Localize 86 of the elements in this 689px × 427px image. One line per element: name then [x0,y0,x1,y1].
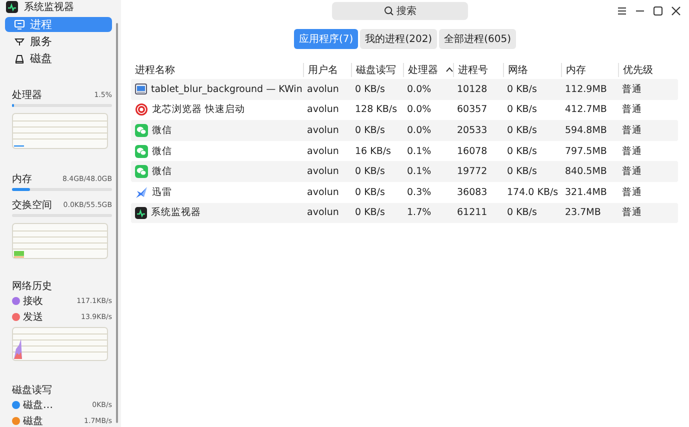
tab[interactable]: 全部进程(605) [439,29,516,49]
section-title: 交换空间 [12,198,52,212]
table-cell: 128 KB/s [355,104,398,116]
table-cell: avolun [307,104,339,116]
table-cell: 0.0% [407,104,432,116]
table-cell: 普通 [622,103,642,116]
table-cell: 19772 [457,166,488,178]
table-cell: 1.7% [407,207,432,218]
table-cell: 112.9MB [565,84,607,95]
search-field[interactable]: 搜索 [332,2,468,20]
table-cell: 174.0 KB/s [507,186,558,198]
table-cell: avolun [307,186,339,198]
column-header[interactable]: 磁盘读写 [356,62,396,76]
table-cell: 普通 [622,82,642,96]
table-row[interactable]: 龙芯浏览器 快速启动 avolun 128 KB/s 0.0% 60357 0 KB/s 412.7MB 普通 [131,100,678,120]
tab[interactable]: 我的进程(202) [360,29,438,49]
table-cell: 普通 [622,124,642,137]
table-cell: 840.5MB [565,166,607,178]
table-cell: 0.0% [407,124,432,136]
table-cell: 36083 [457,186,488,198]
table-cell: 龙芯浏览器 快速启动 [152,103,246,116]
table-cell: 微信 [152,144,172,158]
table-cell: 10128 [457,84,488,95]
legend-label: 磁盘 [23,415,43,427]
table-cell: 594.8MB [565,124,607,136]
table-row[interactable]: 系统监视器 avolun 0 KB/s 1.7% 61211 0 KB/s 23.7MB 普通 [131,202,678,224]
table-cell: 0 KB/s [355,186,385,198]
column-header[interactable]: 进程名称 [135,62,175,76]
table-cell: 0 KB/s [355,207,385,218]
table-cell: 微信 [152,124,172,137]
table-cell: 普通 [622,206,642,220]
column-header[interactable]: 用户名 [308,62,338,76]
table-cell: 797.5MB [565,146,607,157]
column-header[interactable]: 网络 [508,62,528,76]
column-header[interactable]: 处理器 [408,62,438,76]
section-title: 内存 [12,172,32,186]
table-cell: 412.7MB [565,104,607,116]
window-title: 系统监视器 [24,0,74,14]
table-row[interactable]: 微信 avolun 16 KB/s 0.1% 16078 0 KB/s 797.5MB 普通 [131,140,678,162]
table-cell: avolun [307,166,339,178]
table-cell: 0.1% [407,166,432,178]
table-cell: 61211 [457,207,488,218]
table-cell: 系统监视器 [151,206,201,220]
table-cell: 16 KB/s [355,146,392,157]
table-row[interactable]: tablet_blur_background — KWin avolun 0 KB/s 0.0% 10128 0 KB/s 112.9MB 普通 [131,79,678,100]
table-cell: 60357 [457,104,488,116]
table-cell: 23.7MB [565,207,601,218]
table-cell: 0 KB/s [355,84,385,95]
table-cell: 0 KB/s [507,207,537,218]
column-header[interactable]: 进程号 [458,62,488,76]
table-cell: 0 KB/s [507,124,537,136]
table-cell: avolun [307,146,339,157]
table-cell: 0 KB/s [507,166,537,178]
table-cell: 0.1% [407,146,432,157]
legend-label: 发送 [23,311,43,324]
table-cell: 0 KB/s [355,166,385,178]
section-title: 网络历史 [12,280,53,293]
table-cell: 0 KB/s [507,104,537,116]
sidebar-item[interactable]: 服务 [5,34,112,49]
table-row[interactable]: 微信 avolun 0 KB/s 0.0% 20533 0 KB/s 594.8MB 普通 [131,120,678,141]
table-cell: 321.4MB [565,186,607,198]
table-cell: 微信 [152,165,172,178]
table-cell: 0 KB/s [507,146,537,157]
table-cell: 普通 [622,165,642,178]
legend-label: 接收 [23,294,43,308]
table-cell: 0.0% [407,84,432,95]
legend-label: 磁盘… [23,399,53,412]
table-cell: 0 KB/s [507,84,537,95]
table-cell: 16078 [457,146,488,157]
section-title: 磁盘读写 [12,384,53,397]
column-header[interactable]: 优先级 [623,62,653,76]
table-row[interactable]: 微信 avolun 0 KB/s 0.1% 19772 0 KB/s 840.5MB 普通 [131,161,678,182]
table-cell: tablet_blur_background — KWin [151,84,302,95]
table-row[interactable]: 迅雷 avolun 0 KB/s 0.3% 36083 174.0 KB/s 321.4MB 普通 [131,182,678,203]
table-cell: 0 KB/s [355,124,385,136]
table-cell: avolun [307,84,339,95]
table-cell: 普通 [622,186,642,199]
section-title: 处理器 [12,88,42,102]
table-cell: 普通 [622,144,642,158]
table-cell: avolun [307,124,339,136]
table-cell: 迅雷 [152,186,172,199]
sidebar-item[interactable]: 磁盘 [5,51,112,66]
column-header[interactable]: 内存 [566,62,586,76]
table-cell: 20533 [457,124,488,136]
table-cell: 0.3% [407,186,432,198]
table-cell: avolun [307,207,339,218]
